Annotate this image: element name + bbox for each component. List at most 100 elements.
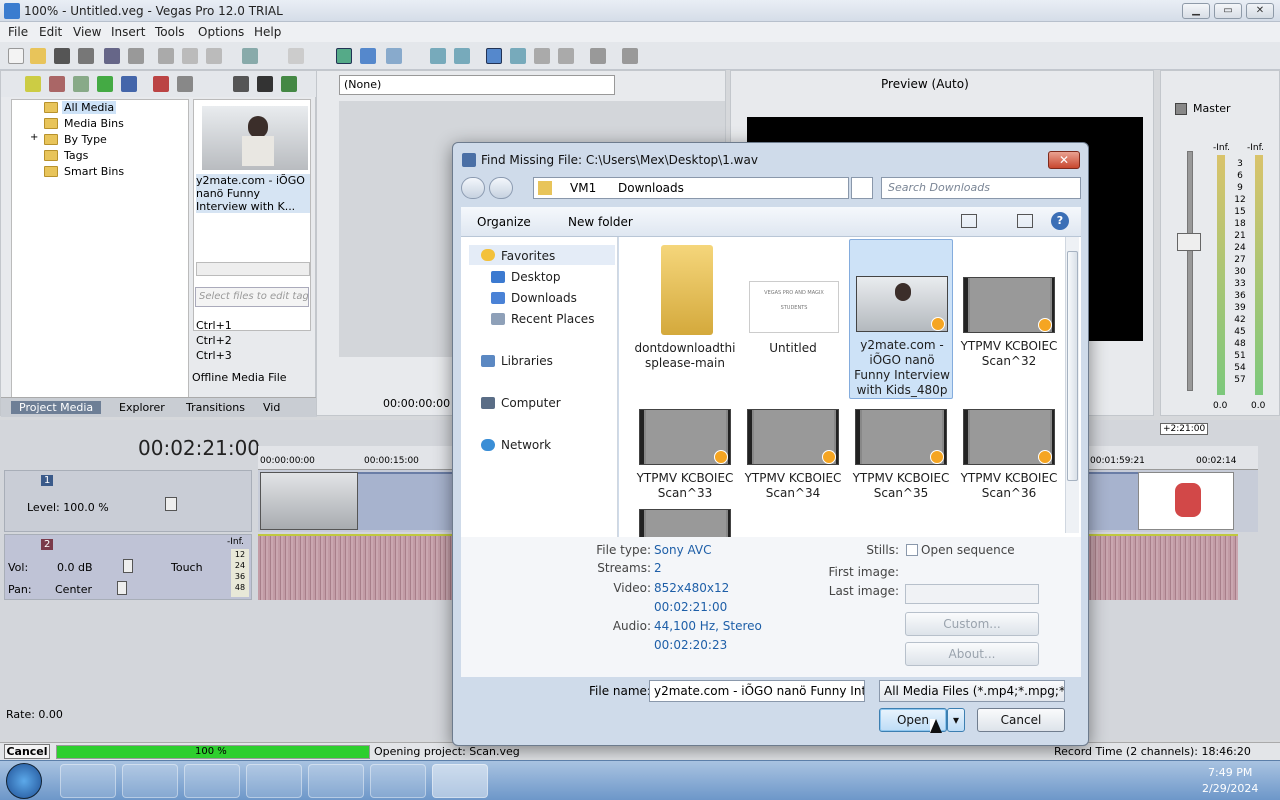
- lock-envelopes-icon[interactable]: [454, 48, 470, 64]
- menu-options[interactable]: Options: [198, 25, 244, 39]
- forward-button[interactable]: [489, 177, 513, 199]
- open-sequence-checkbox[interactable]: [906, 544, 918, 556]
- tab-project-media[interactable]: Project Media: [11, 401, 102, 414]
- redo-icon[interactable]: [288, 48, 304, 64]
- stop-icon[interactable]: [257, 76, 273, 92]
- tree-tags[interactable]: Tags: [64, 149, 88, 162]
- tab-explorer[interactable]: Explorer: [119, 401, 165, 414]
- media-fx-icon[interactable]: [177, 76, 193, 92]
- organize-button[interactable]: Organize: [477, 215, 531, 229]
- tree-all-media[interactable]: All Media: [62, 101, 117, 114]
- nav-downloads[interactable]: Downloads: [511, 291, 577, 305]
- breadcrumb-vm1[interactable]: VM1: [570, 181, 596, 195]
- view-options-icon[interactable]: [961, 214, 977, 228]
- automation-mode[interactable]: Touch: [171, 561, 203, 574]
- custom-button[interactable]: Custom...: [905, 612, 1039, 636]
- file-item-video[interactable]: YTPMV KCBOIEC Scan^33: [633, 409, 737, 509]
- marker-icon[interactable]: [558, 48, 574, 64]
- tab-transitions[interactable]: Transitions: [186, 401, 245, 414]
- nav-favorites[interactable]: Favorites: [501, 249, 555, 263]
- thumb-scrollbar[interactable]: [196, 262, 310, 276]
- new-folder-button[interactable]: New folder: [568, 215, 633, 229]
- nav-network[interactable]: Network: [501, 438, 551, 452]
- envelope-tool-icon[interactable]: [360, 48, 376, 64]
- vegas-pro-taskbar-icon[interactable]: [432, 764, 488, 798]
- firefox-icon[interactable]: [308, 764, 364, 798]
- breadcrumb-downloads[interactable]: Downloads: [618, 181, 684, 195]
- capture-icon[interactable]: [49, 76, 65, 92]
- render-icon[interactable]: [104, 48, 120, 64]
- nav-libraries[interactable]: Libraries: [501, 354, 553, 368]
- menu-help[interactable]: Help: [254, 25, 281, 39]
- menu-view[interactable]: View: [73, 25, 101, 39]
- file-item-video[interactable]: YTPMV KCBOIEC Scan^35: [849, 409, 953, 509]
- file-item-untitled[interactable]: VEGAS PRO AND MAGIX STUDENTS Untitled: [741, 241, 845, 401]
- search-input[interactable]: Search Downloads: [881, 177, 1081, 199]
- menu-tools[interactable]: Tools: [155, 25, 185, 39]
- expand-icon[interactable]: +: [30, 132, 38, 143]
- start-button[interactable]: [6, 763, 42, 799]
- menu-edit[interactable]: Edit: [39, 25, 62, 39]
- movie-maker-icon[interactable]: [246, 764, 302, 798]
- tree-by-type[interactable]: By Type: [64, 133, 107, 146]
- preview-quality-select[interactable]: Preview (Auto): [881, 77, 969, 91]
- selection-tool-icon[interactable]: [386, 48, 402, 64]
- play-icon[interactable]: [233, 76, 249, 92]
- auto-crossfade-icon[interactable]: [510, 48, 526, 64]
- about-button[interactable]: About...: [905, 642, 1039, 666]
- settings-icon[interactable]: [590, 48, 606, 64]
- paste-icon[interactable]: [206, 48, 222, 64]
- maximize-button[interactable]: ▭: [1214, 3, 1242, 19]
- tree-smart-bins[interactable]: Smart Bins: [64, 165, 124, 178]
- file-explorer-icon[interactable]: [122, 764, 178, 798]
- open-dropdown-icon[interactable]: ▾: [947, 708, 965, 732]
- refresh-icon[interactable]: [97, 76, 113, 92]
- search-media-icon[interactable]: [121, 76, 137, 92]
- trimmer-select[interactable]: (None): [339, 75, 615, 95]
- video-event-end[interactable]: [1138, 472, 1234, 530]
- tag-input[interactable]: Select files to edit tags: [195, 287, 309, 307]
- snapping-icon[interactable]: [486, 48, 502, 64]
- preview-pane-icon[interactable]: [1017, 214, 1033, 228]
- level-slider[interactable]: [165, 497, 177, 511]
- delete-icon[interactable]: [153, 76, 169, 92]
- media-thumbnail[interactable]: [202, 106, 308, 170]
- file-type-filter[interactable]: All Media Files (*.mp4;*.mpg;*.j: [879, 680, 1065, 702]
- open-icon[interactable]: [30, 48, 46, 64]
- nav-recent-places[interactable]: Recent Places: [511, 312, 594, 326]
- file-item-folder[interactable]: dontdownloadthi splease-main: [633, 241, 737, 401]
- nav-desktop[interactable]: Desktop: [511, 270, 561, 284]
- address-bar[interactable]: VM1 Downloads: [533, 177, 849, 199]
- dialog-close-button[interactable]: ✕: [1048, 151, 1080, 169]
- ignore-grouping-icon[interactable]: [534, 48, 550, 64]
- video-editor-icon[interactable]: [370, 764, 426, 798]
- save-icon[interactable]: [54, 48, 70, 64]
- nav-computer[interactable]: Computer: [501, 396, 561, 410]
- copy-icon[interactable]: [182, 48, 198, 64]
- new-icon[interactable]: [8, 48, 24, 64]
- scroll-thumb[interactable]: [1067, 251, 1078, 481]
- vol-slider[interactable]: [123, 559, 133, 573]
- file-list-scrollbar[interactable]: [1065, 237, 1079, 533]
- properties-icon[interactable]: [128, 48, 144, 64]
- master-fader[interactable]: [1177, 233, 1201, 251]
- video-event-thumb[interactable]: [260, 472, 358, 530]
- help-pointer-icon[interactable]: [622, 48, 638, 64]
- file-item-selected[interactable]: y2mate.com - iÕGO nanö Funny Interview w…: [849, 239, 953, 399]
- file-name-input[interactable]: y2mate.com - iÕGO nanö Funny Inte: [649, 680, 865, 702]
- file-item-video[interactable]: YTPMV KCBOIEC Scan^36: [957, 409, 1061, 509]
- cancel-render-button[interactable]: Cancel: [4, 744, 50, 759]
- tab-video-fx[interactable]: Vid: [263, 401, 280, 414]
- auto-preview-icon[interactable]: [281, 76, 297, 92]
- cut-icon[interactable]: [158, 48, 174, 64]
- menu-file[interactable]: File: [8, 25, 28, 39]
- save-as-icon[interactable]: [78, 48, 94, 64]
- menu-insert[interactable]: Insert: [111, 25, 145, 39]
- get-media-icon[interactable]: [73, 76, 89, 92]
- media-player-icon[interactable]: [184, 764, 240, 798]
- back-button[interactable]: [461, 177, 485, 199]
- pan-slider[interactable]: [117, 581, 127, 595]
- internet-explorer-icon[interactable]: [60, 764, 116, 798]
- normal-edit-tool-icon[interactable]: [336, 48, 352, 64]
- minimize-button[interactable]: ▁: [1182, 3, 1210, 19]
